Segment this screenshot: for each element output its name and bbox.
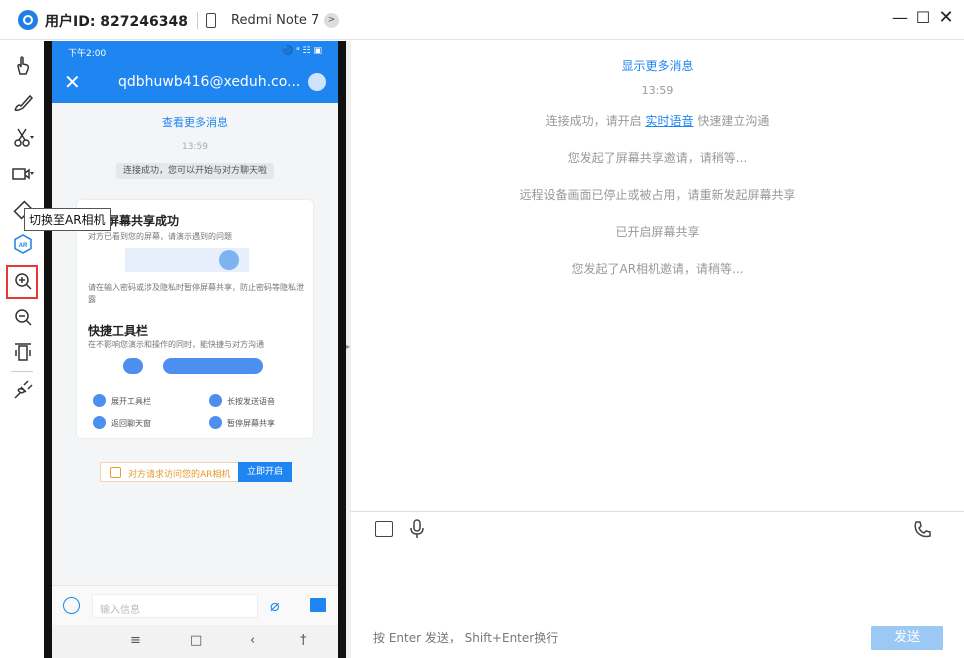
share-success-card: 屏幕共享成功 对方已看到您的屏幕，请演示遇到的问题 请在输入密码或涉及隐私时暂停… <box>77 200 313 438</box>
maximize-button[interactable]: ☐ <box>913 8 933 28</box>
video-record-icon[interactable] <box>12 163 34 185</box>
disconnect-icon[interactable] <box>12 379 34 401</box>
phone-screen[interactable]: 下午2:00 🔵 ᵃ ☷ ▣ ✕ qdbhuwb416@xeduh.co... … <box>52 41 338 658</box>
share-started-message: 已开启屏幕共享 <box>615 225 700 239</box>
bot-icon[interactable] <box>308 73 326 91</box>
tools-title: 快捷工具栏 <box>88 324 149 338</box>
feature-expand: 展开工具栏 <box>93 394 151 407</box>
back-nav-icon[interactable]: ‹ <box>250 633 255 648</box>
divider <box>197 12 198 29</box>
ar-invite-message: 您发起了AR相机邀请，请稍等... <box>571 262 744 276</box>
ar-request-text: 对方请求访问您的AR相机 <box>128 470 231 480</box>
svg-text:AR: AR <box>19 243 28 249</box>
show-more-link[interactable]: 显示更多消息 <box>351 57 964 74</box>
message-time: 13:59 <box>641 84 674 97</box>
microphone-icon[interactable] <box>409 519 425 539</box>
feature-return: 返回聊天窗 <box>93 416 151 429</box>
realtime-voice-link[interactable]: 实时语音 <box>645 114 693 128</box>
zoom-out-icon[interactable] <box>12 306 34 328</box>
image-icon[interactable] <box>310 598 326 612</box>
vibrate-icon[interactable] <box>12 342 34 364</box>
feature-voice: 长按发送语音 <box>209 394 275 407</box>
send-hint: 按 Enter 发送， Shift+Enter换行 <box>373 631 559 645</box>
chat-log: 显示更多消息 13:59 连接成功，请开启 实时语音 快速建立沟通 您发起了屏幕… <box>351 41 964 511</box>
title-bar: 用户ID: 827246348 Redmi Note 7 > — ☐ ✕ <box>0 0 964 40</box>
pen-draw-icon[interactable] <box>12 91 34 113</box>
ar-request-banner: 对方请求访问您的AR相机 立即开启 <box>100 462 292 482</box>
status-icons: 🔵 ᵃ ☷ ▣ <box>282 46 322 56</box>
tools-desc: 在不影响您演示和操作的同时，能快捷与对方沟通 <box>88 340 264 349</box>
send-button[interactable]: 发送 <box>871 626 943 650</box>
attachment-icon[interactable]: ⌀ <box>270 596 280 615</box>
phone-app-bar: ✕ qdbhuwb416@xeduh.co... <box>52 63 338 103</box>
share-title: 屏幕共享成功 <box>107 214 180 228</box>
phone-call-icon[interactable] <box>912 520 932 540</box>
share-illustration <box>125 248 249 272</box>
accessibility-nav-icon[interactable]: † <box>300 633 307 648</box>
device-arrow-icon[interactable]: > <box>324 13 339 28</box>
divider <box>11 371 33 372</box>
phone-device-icon <box>206 13 216 28</box>
connected-message: 连接成功，请开启 实时语音 快速建立沟通 <box>545 114 770 128</box>
phone-mirror: 下午2:00 🔵 ᵃ ☷ ▣ ✕ qdbhuwb416@xeduh.co... … <box>44 41 346 658</box>
phone-input-bar: 输入信息 ⌀ <box>52 585 338 625</box>
share-invite-message: 您发起了屏幕共享邀请，请稍等... <box>567 151 748 165</box>
scissors-icon[interactable] <box>12 127 34 149</box>
pointer-hand-icon[interactable] <box>12 55 34 77</box>
ar-camera-icon[interactable]: AR <box>12 233 34 255</box>
ar-open-button[interactable]: 立即开启 <box>238 462 292 482</box>
connected-notice: 连接成功，您可以开始与对方聊天啦 <box>116 163 274 179</box>
ar-camera-tooltip: 切换至AR相机 <box>24 208 111 231</box>
chat-title: qdbhuwb416@xeduh.co... <box>118 74 301 90</box>
user-id: 用户ID: 827246348 <box>45 14 188 30</box>
share-desc: 对方已看到您的屏幕，请演示遇到的问题 <box>88 232 232 241</box>
splitter-arrow-icon[interactable]: ▸ <box>346 342 350 351</box>
message-input[interactable]: 输入信息 <box>92 594 258 618</box>
privacy-note: 请在输入密码或涉及隐私时暂停屏幕共享，防止密码等隐私泄露 <box>88 283 304 304</box>
voice-icon[interactable] <box>63 597 80 614</box>
status-time: 下午2:00 <box>68 49 107 59</box>
home-nav-icon[interactable]: □ <box>190 633 202 648</box>
ar-icon <box>110 467 121 478</box>
compose-area: 按 Enter 发送， Shift+Enter换行 发送 <box>351 511 964 658</box>
feature-pause: 暂停屏幕共享 <box>209 416 275 429</box>
close-icon[interactable]: ✕ <box>64 70 81 94</box>
toolbar-pill <box>123 358 143 374</box>
minimize-button[interactable]: — <box>890 8 910 28</box>
device-name[interactable]: Redmi Note 7 <box>231 13 319 28</box>
view-more-link[interactable]: 查看更多消息 <box>52 114 338 130</box>
close-button[interactable]: ✕ <box>936 8 956 28</box>
zoom-in-icon[interactable] <box>12 270 34 292</box>
tool-sidebar: AR <box>0 41 44 658</box>
remote-stopped-message: 远程设备画面已停止或被占用，请重新发起屏幕共享 <box>519 188 796 202</box>
app-logo-icon <box>18 10 38 30</box>
file-transfer-icon[interactable] <box>375 521 393 537</box>
phone-nav-bar: ≡ □ ‹ † <box>52 625 338 658</box>
message-time: 13:59 <box>182 142 208 152</box>
toolbar-pill <box>163 358 263 374</box>
toolbar-illustration <box>123 356 263 376</box>
menu-nav-icon[interactable]: ≡ <box>130 633 141 648</box>
phone-status-bar: 下午2:00 🔵 ᵃ ☷ ▣ <box>52 41 338 63</box>
